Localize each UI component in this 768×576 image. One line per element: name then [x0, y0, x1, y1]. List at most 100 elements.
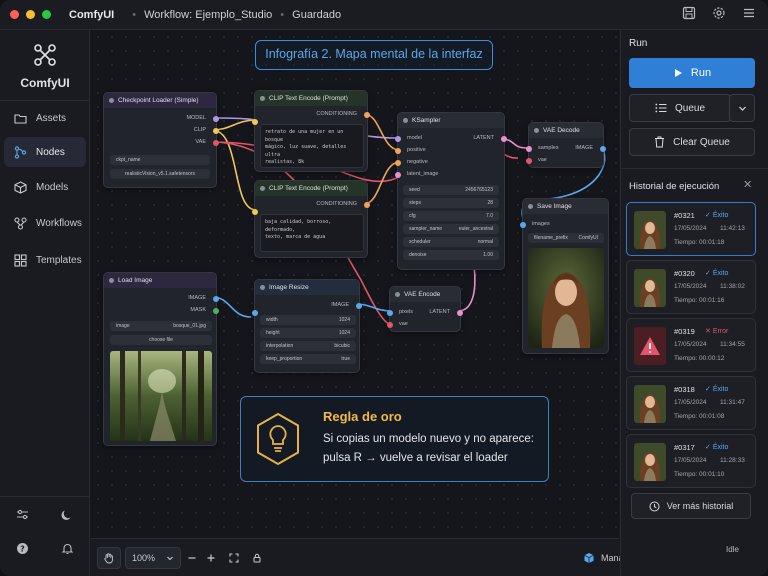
image-input-port[interactable]: [252, 310, 258, 316]
image-select-widget[interactable]: image bosque_01.jpg: [110, 321, 212, 331]
more-history-button[interactable]: Ver más historial: [631, 493, 751, 519]
clip-input-port[interactable]: [252, 119, 258, 125]
moon-icon[interactable]: [61, 508, 74, 521]
history-thumbnail: [634, 327, 666, 365]
fit-view-button[interactable]: [225, 547, 243, 569]
image-output-port[interactable]: [600, 146, 606, 152]
history-item[interactable]: #0321 ✓ Éxito 17/05/2024 11:42:13 Tiempo…: [626, 202, 756, 256]
load-image-node[interactable]: Load Image IMAGE MASK image bosque_01.jpg…: [103, 272, 219, 446]
sidebar-item-models[interactable]: Models: [4, 172, 86, 202]
minimize-window-button[interactable]: [26, 10, 35, 19]
maximize-window-button[interactable]: [42, 10, 51, 19]
tip-callout: Regla de oro Si copias un modelo nuevo y…: [240, 396, 549, 482]
clip-port[interactable]: [213, 128, 219, 134]
run-button[interactable]: Run: [629, 58, 755, 88]
clear-queue-button[interactable]: Clear Queue: [629, 128, 755, 156]
plus-icon: [207, 554, 215, 562]
history-item[interactable]: #0318 ✓ Éxito 17/05/2024 11:31:47 Tiempo…: [626, 376, 756, 430]
denoise-widget[interactable]: denoise 1.00: [403, 250, 499, 260]
clip-text-encode-negative-node[interactable]: CLIP Text Encode (Prompt) CONDITIONING b…: [252, 180, 370, 258]
queue-options-dropdown[interactable]: [729, 94, 755, 122]
infographic-headline: Infografía 2. Mapa mental de la interfaz: [255, 40, 493, 70]
history-item[interactable]: #0319 ✕ Error 17/05/2024 11:34:55 Tiempo…: [626, 318, 756, 372]
input-vae: vae: [538, 157, 547, 163]
close-icon[interactable]: ✕: [743, 178, 752, 191]
zoom-select[interactable]: 100%: [125, 547, 181, 569]
model-port[interactable]: [213, 116, 219, 122]
lock-canvas-button[interactable]: [248, 547, 266, 569]
save-image-node[interactable]: Save Image images filename_prefix ComfyUI: [520, 198, 609, 354]
sidebar-item-workflows[interactable]: Workflows: [4, 208, 86, 238]
status-badge: ✕ Error: [705, 328, 729, 335]
close-window-button[interactable]: [10, 10, 19, 19]
trash-icon: [655, 136, 665, 148]
choose-file-button[interactable]: choose file: [110, 335, 212, 345]
vae-encode-node[interactable]: VAE Encode pixels vae LATENT: [387, 286, 463, 332]
sampler-name-widget[interactable]: sampler_name euler_ancestral: [403, 224, 499, 234]
bell-icon[interactable]: [61, 542, 74, 555]
help-icon[interactable]: ?: [16, 542, 29, 555]
menu-icon[interactable]: [742, 6, 758, 22]
vae-input-port[interactable]: [526, 158, 532, 164]
history-item[interactable]: #0317 ✓ Éxito 17/05/2024 11:28:33 Tiempo…: [626, 434, 756, 488]
history-thumbnail: [634, 211, 666, 249]
ckpt-name-select[interactable]: realisticVision_v5.1.safetensors: [110, 169, 210, 179]
images-input-port[interactable]: [520, 222, 526, 228]
history-item[interactable]: #0320 ✓ Éxito 17/05/2024 11:38:02 Tiempo…: [626, 260, 756, 314]
interpolation-widget[interactable]: interpolation bicubic: [260, 341, 356, 351]
positive-input-port[interactable]: [395, 148, 401, 154]
sidebar-item-nodes[interactable]: Nodes: [4, 137, 86, 167]
latent-output-port[interactable]: [501, 136, 507, 142]
mask-port[interactable]: [213, 308, 219, 314]
vae-port[interactable]: [213, 140, 219, 146]
latent-input-port[interactable]: [395, 172, 401, 178]
pan-hand-button[interactable]: [97, 547, 121, 569]
node-canvas[interactable]: Checkpoint Loader (Simple) MODEL CLIP VA…: [91, 30, 619, 538]
clock-icon: [649, 501, 660, 511]
queue-button[interactable]: Queue: [629, 94, 731, 122]
sidebar-item-assets[interactable]: Assets: [4, 103, 86, 133]
image-port[interactable]: [213, 296, 219, 302]
save-icon[interactable]: [682, 6, 698, 22]
height-widget[interactable]: height 1024: [260, 328, 356, 338]
pixels-input-port[interactable]: [387, 310, 393, 316]
scheduler-widget[interactable]: scheduler normal: [403, 237, 499, 247]
vae-input-port[interactable]: [387, 322, 393, 328]
clip-input-port[interactable]: [252, 209, 258, 215]
title-separator: •: [280, 8, 285, 21]
run-panel-title: Run: [629, 38, 648, 49]
sidebar-item-label: Models: [36, 181, 69, 193]
clip-text-encode-positive-node[interactable]: CLIP Text Encode (Prompt) CONDITIONING r…: [252, 90, 370, 172]
negative-prompt-textarea[interactable]: baja calidad, borroso, deformado, texto,…: [260, 214, 364, 252]
vae-decode-node[interactable]: VAE Decode samples vae IMAGE: [526, 122, 606, 168]
model-input-port[interactable]: [395, 136, 401, 142]
seed-widget[interactable]: seed 2456765123: [403, 185, 499, 195]
samples-input-port[interactable]: [526, 146, 532, 152]
history-thumbnail: [634, 269, 666, 307]
filename-prefix-widget[interactable]: filename_prefix ComfyUI: [528, 233, 604, 243]
steps-widget[interactable]: steps 28: [403, 198, 499, 208]
image-output-port[interactable]: [356, 303, 362, 309]
cfg-widget[interactable]: cfg 7.0: [403, 211, 499, 221]
zoom-level: 100%: [132, 553, 156, 563]
keep-proportion-toggle[interactable]: keep_proportion true: [260, 354, 356, 364]
latent-output-port[interactable]: [457, 310, 463, 316]
output-latent: LATENT: [429, 309, 450, 315]
sliders-icon[interactable]: [16, 508, 29, 521]
checkpoint-loader-node[interactable]: Checkpoint Loader (Simple) MODEL CLIP VA…: [103, 92, 219, 188]
package-icon: [584, 553, 594, 563]
ksampler-node[interactable]: KSampler model positive negative latent_…: [395, 112, 507, 270]
width-widget[interactable]: width 1024: [260, 315, 356, 325]
workflow-name[interactable]: Workflow: Ejemplo_Studio: [144, 9, 272, 21]
negative-input-port[interactable]: [395, 160, 401, 166]
image-resize-node[interactable]: Image Resize IMAGE width 1024 height 1024 …: [252, 279, 362, 373]
sidebar-item-label: Workflows: [36, 217, 82, 229]
positive-prompt-textarea[interactable]: retrato de una mujer en un bosque mágico…: [260, 124, 364, 168]
zoom-in-button[interactable]: [202, 547, 220, 569]
zoom-out-button[interactable]: [183, 547, 201, 569]
sidebar-item-templates[interactable]: Templates: [4, 245, 86, 275]
conditioning-port[interactable]: [364, 112, 370, 118]
gear-icon[interactable]: [712, 6, 728, 22]
input-pixels: pixels: [399, 309, 414, 315]
conditioning-port[interactable]: [364, 202, 370, 208]
